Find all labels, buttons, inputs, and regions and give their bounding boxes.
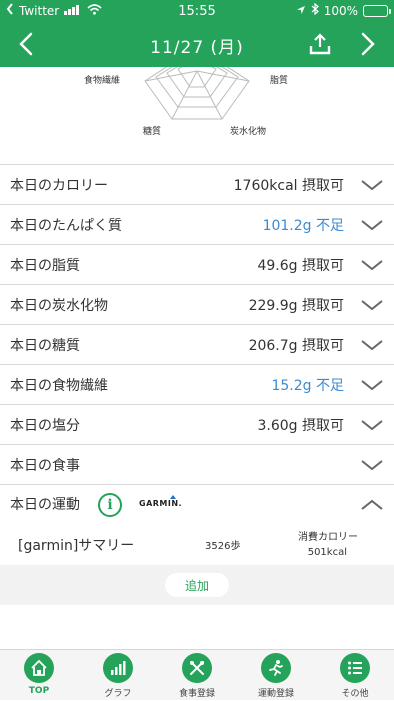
row-value: 206.7g 摂取可 — [248, 337, 344, 354]
battery-percent: 100% — [323, 3, 358, 18]
summary-calorie-value: 501kcal — [307, 547, 347, 558]
bluetooth-icon — [311, 2, 319, 18]
row-label: 本日の運動 — [10, 497, 80, 513]
tab-exercise-entry[interactable]: 運動登録 — [237, 653, 315, 701]
row-value: 1760kcal 摂取可 — [233, 177, 344, 194]
tab-top[interactable]: TOP — [0, 653, 78, 701]
location-icon — [296, 4, 306, 18]
tab-label: 食事登録 — [178, 689, 215, 699]
row-label: 本日の脂質 — [10, 257, 80, 274]
row-value: 3.60g 摂取可 — [257, 417, 344, 434]
row-label: 本日の食物繊維 — [10, 377, 108, 394]
exercise-row[interactable]: 本日の運動 i GARMIN. — [0, 484, 394, 524]
chevron-right-icon — [361, 32, 375, 56]
tab-label: 運動登録 — [257, 689, 294, 699]
radar-label-fiber: 食物繊維 — [84, 76, 121, 86]
chevron-down-icon[interactable] — [360, 337, 384, 353]
row-value: 229.9g 摂取可 — [248, 297, 344, 314]
add-button[interactable]: 追加 — [165, 573, 229, 597]
exercise-summary[interactable]: [garmin]サマリー 3526歩 消費カロリー 501kcal — [0, 523, 394, 565]
tab-label: グラフ — [104, 689, 132, 699]
summary-calorie-label: 消費カロリー — [298, 532, 358, 543]
nutrition-row-protein[interactable]: 本日のたんぱく質 101.2g 不足 — [0, 204, 394, 244]
tab-other[interactable]: その他 — [316, 653, 394, 701]
list-icon — [340, 653, 370, 683]
add-area: 追加 — [0, 565, 394, 605]
nutrition-list: 本日のカロリー 1760kcal 摂取可 本日のたんぱく質 101.2g 不足 … — [0, 164, 394, 524]
runner-icon — [261, 653, 291, 683]
nav-bar: 11/27 (月) — [0, 22, 394, 67]
tab-meal-entry[interactable]: 食事登録 — [158, 653, 236, 701]
row-label: 本日の食事 — [10, 457, 80, 474]
status-right: 100% — [296, 2, 391, 18]
tab-label: TOP — [28, 686, 50, 696]
nutrition-row-sugar[interactable]: 本日の糖質 206.7g 摂取可 — [0, 324, 394, 364]
chevron-down-icon[interactable] — [360, 457, 384, 473]
tab-bar: TOP グラフ 食事登録 運動登録 その他 — [0, 649, 394, 700]
summary-steps: 3526歩 — [205, 541, 241, 552]
radar-grid — [144, 67, 250, 120]
chevron-down-icon[interactable] — [360, 177, 384, 193]
status-bar: Twitter 15:55 100% — [0, 0, 394, 22]
tab-graph[interactable]: グラフ — [79, 653, 157, 701]
row-label: 本日の炭水化物 — [10, 297, 108, 314]
nutrition-row-fiber[interactable]: 本日の食物繊維 15.2g 不足 — [0, 364, 394, 404]
radar-label-fat: 脂質 — [270, 76, 289, 86]
row-label: 本日のたんぱく質 — [10, 217, 122, 234]
garmin-logo-text: GARMIN. — [139, 499, 183, 508]
next-day-button[interactable] — [350, 26, 386, 62]
chevron-up-icon[interactable] — [360, 497, 384, 513]
info-icon[interactable]: i — [98, 493, 122, 517]
chevron-down-icon[interactable] — [360, 417, 384, 433]
nutrition-row-fat[interactable]: 本日の脂質 49.6g 摂取可 — [0, 244, 394, 284]
upload-icon — [309, 33, 331, 55]
row-label: 本日の糖質 — [10, 337, 80, 354]
chevron-down-icon[interactable] — [360, 377, 384, 393]
row-label: 本日のカロリー — [10, 177, 108, 194]
bar-chart-icon — [103, 653, 133, 683]
garmin-triangle — [170, 495, 176, 499]
fork-knife-icon — [182, 653, 212, 683]
nutrition-row-salt[interactable]: 本日の塩分 3.60g 摂取可 — [0, 404, 394, 444]
nutrition-row-calories[interactable]: 本日のカロリー 1760kcal 摂取可 — [0, 164, 394, 204]
row-value: 101.2g 不足 — [262, 217, 344, 234]
nutrition-radar-chart: 食物繊維 脂質 糖質 炭水化物 — [0, 67, 394, 164]
radar-label-carbs: 炭水化物 — [230, 127, 267, 137]
summary-name: [garmin]サマリー — [18, 538, 135, 554]
share-button[interactable] — [302, 26, 338, 62]
nutrition-row-meals[interactable]: 本日の食事 — [0, 444, 394, 484]
chevron-down-icon[interactable] — [360, 257, 384, 273]
tab-label: その他 — [341, 689, 369, 699]
row-value: 49.6g 摂取可 — [257, 257, 344, 274]
row-value: 15.2g 不足 — [271, 377, 344, 394]
chevron-down-icon[interactable] — [360, 217, 384, 233]
row-label: 本日の塩分 — [10, 417, 80, 434]
home-icon — [24, 653, 54, 683]
radar-label-sugar: 糖質 — [143, 127, 162, 137]
battery-icon — [363, 4, 391, 17]
garmin-logo: GARMIN. — [139, 495, 183, 508]
chevron-down-icon[interactable] — [360, 297, 384, 313]
nutrition-row-carbs[interactable]: 本日の炭水化物 229.9g 摂取可 — [0, 284, 394, 324]
